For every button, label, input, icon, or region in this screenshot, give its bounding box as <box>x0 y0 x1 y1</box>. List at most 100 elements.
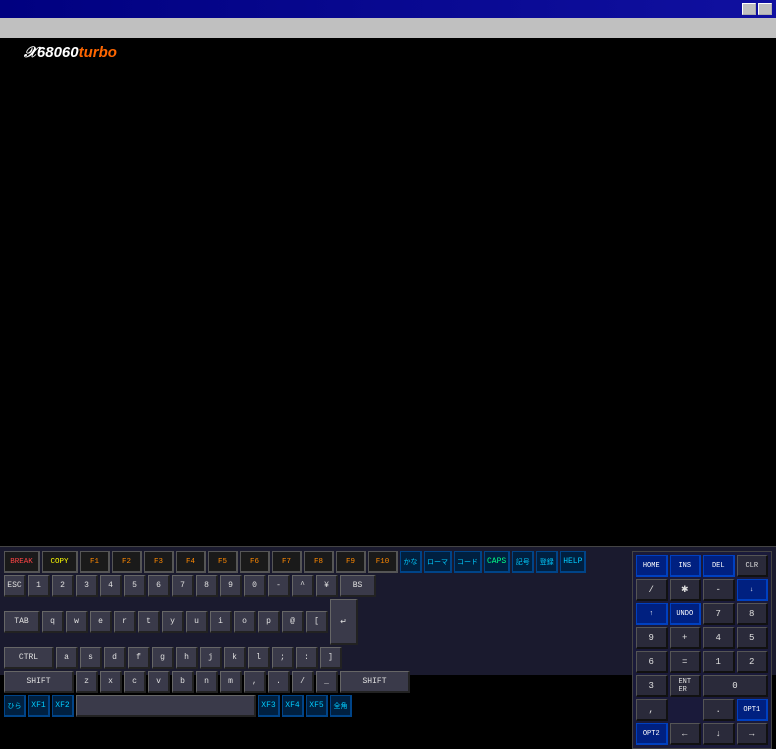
key-left-arrow[interactable]: ← <box>670 723 702 745</box>
key-f10[interactable]: F10 <box>368 551 398 573</box>
key-opt1[interactable]: OPT1 <box>737 699 769 721</box>
key-colon[interactable]: : <box>296 647 318 669</box>
key-5[interactable]: 5 <box>124 575 146 597</box>
menu-file[interactable] <box>2 26 14 30</box>
key-d[interactable]: d <box>104 647 126 669</box>
key-opt2[interactable]: OPT2 <box>636 723 668 745</box>
key-right-arrow[interactable]: → <box>737 723 769 745</box>
key-zenkaku[interactable]: 全角 <box>330 695 352 717</box>
key-esc[interactable]: ESC <box>4 575 26 597</box>
key-caps[interactable]: CAPS <box>484 551 510 573</box>
key-v[interactable]: v <box>148 671 170 693</box>
key-e[interactable]: e <box>90 611 112 633</box>
key-break[interactable]: BREAK <box>4 551 40 573</box>
key-semicolon[interactable]: ; <box>272 647 294 669</box>
key-h[interactable]: h <box>176 647 198 669</box>
key-7[interactable]: 7 <box>172 575 194 597</box>
key-f3[interactable]: F3 <box>144 551 174 573</box>
key-minus[interactable]: - <box>268 575 290 597</box>
key-9[interactable]: 9 <box>220 575 242 597</box>
key-tab[interactable]: TAB <box>4 611 40 633</box>
key-help[interactable]: HELP <box>560 551 586 573</box>
key-del[interactable]: DEL <box>703 555 735 577</box>
key-f9[interactable]: F9 <box>336 551 366 573</box>
key-undo[interactable]: UNDO <box>670 603 702 625</box>
key-f1[interactable]: F1 <box>80 551 110 573</box>
key-num-5[interactable]: 5 <box>737 627 769 649</box>
key-roma[interactable]: ローマ <box>424 551 452 573</box>
key-q[interactable]: q <box>42 611 64 633</box>
key-j[interactable]: j <box>200 647 222 669</box>
key-t[interactable]: t <box>138 611 160 633</box>
key-num-eq[interactable]: = <box>670 651 702 673</box>
restore-button[interactable] <box>742 3 756 15</box>
key-f2[interactable]: F2 <box>112 551 142 573</box>
key-b[interactable]: b <box>172 671 194 693</box>
key-z[interactable]: z <box>76 671 98 693</box>
key-num-2[interactable]: 2 <box>737 651 769 673</box>
key-y[interactable]: y <box>162 611 184 633</box>
menu-mpu[interactable] <box>16 26 28 30</box>
key-yen[interactable]: ¥ <box>316 575 338 597</box>
key-num-3[interactable]: 3 <box>636 675 668 697</box>
key-num-6[interactable]: 6 <box>636 651 668 673</box>
key-num-9[interactable]: 9 <box>636 627 668 649</box>
key-c[interactable]: c <box>124 671 146 693</box>
key-rollup-arrow[interactable]: ↑ <box>636 603 668 625</box>
close-button[interactable] <box>758 3 772 15</box>
key-slash[interactable]: / <box>292 671 314 693</box>
key-kana[interactable]: かな <box>400 551 422 573</box>
key-num-dot[interactable]: . <box>703 699 735 721</box>
key-n[interactable]: n <box>196 671 218 693</box>
key-enter[interactable]: ↵ <box>330 599 358 645</box>
key-period[interactable]: . <box>268 671 290 693</box>
key-num-7[interactable]: 7 <box>703 603 735 625</box>
key-f[interactable]: f <box>128 647 150 669</box>
key-num-comma[interactable]: , <box>636 699 668 721</box>
key-shift-left[interactable]: SHIFT <box>4 671 74 693</box>
key-ctrl[interactable]: CTRL <box>4 647 54 669</box>
key-down-arrow[interactable]: ↓ <box>703 723 735 745</box>
key-num-div[interactable]: / <box>636 579 668 601</box>
key-num-8[interactable]: 8 <box>737 603 769 625</box>
key-6[interactable]: 6 <box>148 575 170 597</box>
key-num-minus[interactable]: - <box>703 579 735 601</box>
key-bracket-right[interactable]: ] <box>320 647 342 669</box>
key-clr[interactable]: CLR <box>737 555 769 577</box>
key-num-enter[interactable]: ENTER <box>670 675 702 697</box>
key-r[interactable]: r <box>114 611 136 633</box>
menu-input[interactable] <box>58 26 70 30</box>
key-f4[interactable]: F4 <box>176 551 206 573</box>
key-comma[interactable]: , <box>244 671 266 693</box>
key-k[interactable]: k <box>224 647 246 669</box>
key-num-plus[interactable]: + <box>670 627 702 649</box>
key-num-mul[interactable]: ✱ <box>670 579 702 601</box>
key-s[interactable]: s <box>80 647 102 669</box>
key-shift-right[interactable]: SHIFT <box>340 671 410 693</box>
key-4[interactable]: 4 <box>100 575 122 597</box>
menu-language[interactable] <box>86 26 98 30</box>
key-i[interactable]: i <box>210 611 232 633</box>
key-a[interactable]: a <box>56 647 78 669</box>
key-xf4[interactable]: XF4 <box>282 695 304 717</box>
key-p[interactable]: p <box>258 611 280 633</box>
key-xf1[interactable]: XF1 <box>28 695 50 717</box>
key-copy[interactable]: COPY <box>42 551 78 573</box>
key-space[interactable] <box>76 695 256 717</box>
key-l[interactable]: l <box>248 647 270 669</box>
key-0[interactable]: 0 <box>244 575 266 597</box>
key-2[interactable]: 2 <box>52 575 74 597</box>
key-rolldown[interactable]: ↓ <box>737 579 769 601</box>
key-f5[interactable]: F5 <box>208 551 238 573</box>
key-x[interactable]: x <box>100 671 122 693</box>
menu-screen[interactable] <box>30 26 42 30</box>
key-xf5[interactable]: XF5 <box>306 695 328 717</box>
key-touroku[interactable]: 登録 <box>536 551 558 573</box>
key-xf2[interactable]: XF2 <box>52 695 74 717</box>
key-underscore[interactable]: _ <box>316 671 338 693</box>
key-code[interactable]: コード <box>454 551 482 573</box>
key-xf3[interactable]: XF3 <box>258 695 280 717</box>
key-home[interactable]: HOME <box>636 555 668 577</box>
key-kigou[interactable]: 記号 <box>512 551 534 573</box>
key-num-4[interactable]: 4 <box>703 627 735 649</box>
